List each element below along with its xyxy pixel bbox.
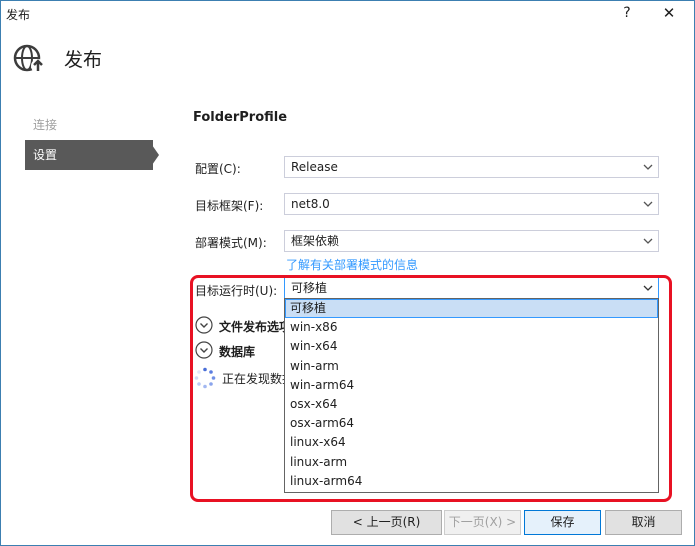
configuration-label: 配置(C): <box>195 162 241 176</box>
save-button[interactable]: 保存 <box>524 510 601 535</box>
target-framework-label: 目标框架(F): <box>195 199 264 213</box>
nav-item-connect[interactable]: 连接 <box>25 110 153 140</box>
profile-name: FolderProfile <box>193 110 288 125</box>
target-framework-select[interactable]: net8.0 <box>284 193 659 215</box>
highlight-annotation-box <box>190 275 672 502</box>
deployment-mode-label: 部署模式(M): <box>195 236 267 250</box>
configuration-value: Release <box>291 160 338 174</box>
next-button[interactable]: 下一页(X) > <box>444 510 521 535</box>
cancel-button[interactable]: 取消 <box>605 510 682 535</box>
configuration-select[interactable]: Release <box>284 156 659 178</box>
window-title: 发布 <box>6 8 31 22</box>
previous-button[interactable]: < 上一页(R) <box>331 510 442 535</box>
deployment-mode-info-link[interactable]: 了解有关部署模式的信息 <box>286 256 418 273</box>
title-bar: 发布 ? ✕ <box>0 0 695 28</box>
nav-item-settings[interactable]: 设置 <box>25 140 153 170</box>
globe-publish-icon <box>13 44 45 73</box>
page-title: 发布 <box>64 49 103 71</box>
close-button[interactable]: ✕ <box>657 2 681 24</box>
chevron-down-icon <box>643 238 653 244</box>
deployment-mode-select[interactable]: 框架依赖 <box>284 230 659 252</box>
nav-selected-arrow <box>152 145 159 165</box>
chevron-down-icon <box>643 164 653 170</box>
help-button[interactable]: ? <box>616 2 638 24</box>
target-framework-value: net8.0 <box>291 197 330 211</box>
chevron-down-icon <box>643 201 653 207</box>
deployment-mode-value: 框架依赖 <box>291 234 340 248</box>
